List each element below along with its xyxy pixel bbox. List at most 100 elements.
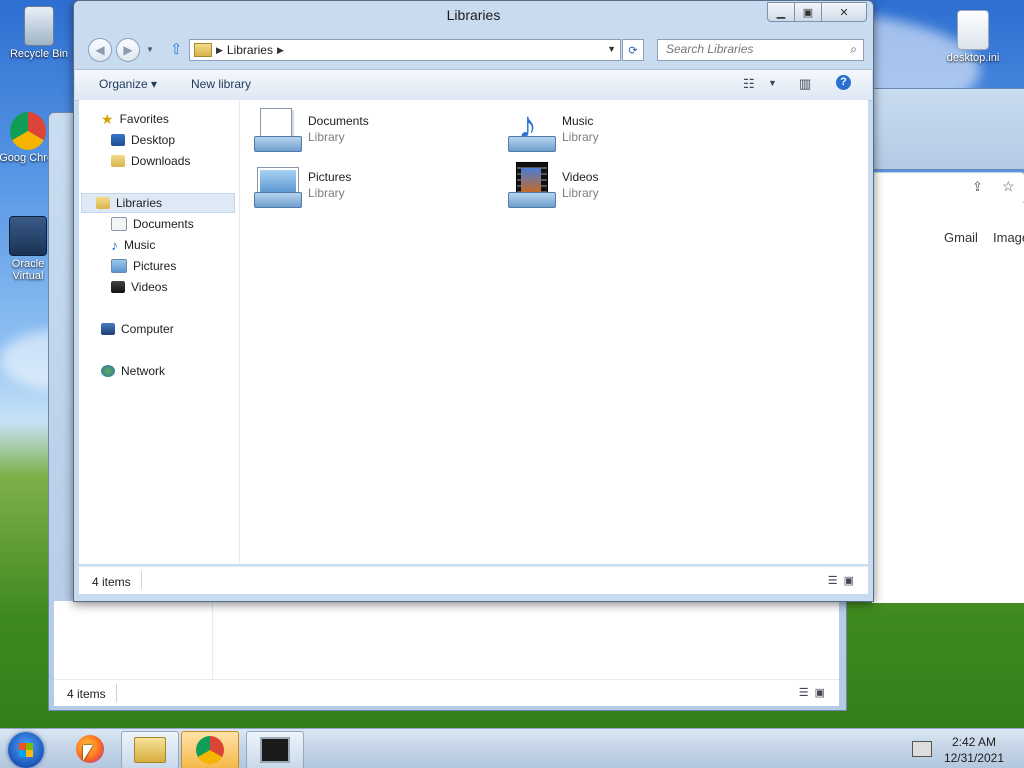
- status-divider: [141, 571, 142, 589]
- downloads-folder-icon: [111, 155, 125, 167]
- library-type: Library: [308, 186, 345, 200]
- videos-library-icon: [508, 162, 556, 208]
- music-library-icon: ♪: [508, 106, 556, 152]
- back-button[interactable]: ◀: [88, 38, 112, 62]
- search-input[interactable]: [658, 40, 841, 58]
- desktop-ini-label: desktop.ini: [946, 52, 1000, 64]
- breadcrumb-chevron-icon[interactable]: ▶: [277, 45, 284, 56]
- nav-music-label: Music: [124, 238, 156, 252]
- clock-time: 2:42 AM: [951, 735, 996, 749]
- libraries-icon: [96, 197, 110, 209]
- libraries-folder-icon: [194, 43, 212, 57]
- gmail-link[interactable]: Gmail: [944, 230, 978, 245]
- libraries-explorer-window: Libraries ▁ ▣ ✕ ◀ ▶ ▼ ⇧ ▶ Libraries ▶ ▼ …: [73, 0, 874, 602]
- library-type: Library: [308, 130, 345, 144]
- address-bar[interactable]: ▶ Libraries ▶ ▼: [189, 39, 621, 61]
- background-browser-toolbar: [872, 88, 1024, 170]
- taskbar-explorer[interactable]: [121, 731, 179, 768]
- background-explorer-navpane-divider: [212, 601, 213, 679]
- network-tray-icon[interactable]: [912, 741, 932, 757]
- desktop-ini-desktop-icon[interactable]: desktop.ini: [938, 10, 1008, 64]
- nav-pictures-label: Pictures: [133, 259, 177, 273]
- videos-icon: [111, 281, 125, 293]
- forward-arrow-icon: ▶: [123, 43, 133, 57]
- taskbar-chrome[interactable]: [181, 731, 239, 768]
- nav-computer[interactable]: Computer: [101, 319, 174, 339]
- nav-videos[interactable]: Videos: [111, 277, 167, 297]
- back-arrow-icon: ◀: [95, 43, 105, 57]
- organize-button[interactable]: Organize ▾: [99, 77, 157, 91]
- nav-desktop[interactable]: Desktop: [111, 130, 175, 150]
- background-browser-address[interactable]: ⇪ ☆: [872, 172, 1024, 204]
- maximize-button[interactable]: ▣: [795, 2, 822, 22]
- documents-library-icon: [254, 106, 302, 152]
- taskbar: 2:42 AM 12/31/2021: [0, 728, 1024, 768]
- nav-favorites[interactable]: ★ Favorites: [101, 109, 169, 129]
- explorer-folder-icon: [134, 737, 166, 763]
- pictures-icon: [111, 259, 127, 273]
- navigation-bar: ◀ ▶ ▼ ⇧ ▶ Libraries ▶ ▼ ⟳ ⌕: [74, 37, 873, 63]
- library-name: Videos: [562, 170, 599, 184]
- background-status-divider: [116, 684, 117, 702]
- background-status-count: 4 items: [67, 687, 106, 701]
- library-item-music[interactable]: ♪ Music Library: [508, 106, 599, 154]
- close-icon: ✕: [839, 6, 849, 19]
- new-library-button[interactable]: New library: [191, 77, 251, 91]
- address-history-dropdown-icon[interactable]: ▼: [607, 44, 616, 54]
- nav-downloads-label: Downloads: [131, 154, 191, 168]
- command-bar: Organize ▾ New library ☷ ▼ ▥ ?: [75, 69, 872, 101]
- background-view-buttons[interactable]: ☰▣: [799, 686, 831, 699]
- minimize-button[interactable]: ▁: [767, 2, 795, 22]
- nav-pictures[interactable]: Pictures: [111, 256, 176, 276]
- chrome-taskbar-icon: [196, 736, 224, 764]
- system-clock[interactable]: 2:42 AM 12/31/2021: [944, 734, 1004, 766]
- forward-button[interactable]: ▶: [116, 38, 140, 62]
- help-icon[interactable]: ?: [836, 75, 851, 90]
- caption-buttons: ▁ ▣ ✕: [767, 2, 867, 22]
- explorer-content: ★ Favorites Desktop Downloads Libraries …: [79, 100, 868, 564]
- background-browser-page: Gmail Image: [872, 203, 1024, 603]
- virtualbox-label: Oracle Virtual: [11, 258, 45, 282]
- nav-documents-label: Documents: [133, 217, 194, 231]
- nav-network[interactable]: Network: [101, 361, 165, 381]
- search-icon[interactable]: ⌕: [850, 42, 857, 57]
- music-note-icon: ♪: [111, 237, 118, 253]
- up-arrow-icon[interactable]: ⇧: [170, 40, 183, 58]
- navigation-pane: ★ Favorites Desktop Downloads Libraries …: [79, 100, 240, 564]
- nav-videos-label: Videos: [131, 280, 168, 294]
- nav-downloads[interactable]: Downloads: [111, 151, 190, 171]
- images-link[interactable]: Image: [993, 230, 1024, 245]
- view-options-dropdown-icon[interactable]: ▼: [768, 78, 777, 88]
- change-view-icon[interactable]: ☷: [743, 76, 755, 92]
- preview-pane-icon[interactable]: ▥: [799, 76, 811, 92]
- nav-libraries[interactable]: Libraries: [81, 193, 235, 213]
- taskbar-app[interactable]: [246, 731, 304, 768]
- nav-computer-label: Computer: [121, 322, 174, 336]
- recycle-bin-desktop-icon[interactable]: Recycle Bin: [4, 6, 74, 60]
- library-item-documents[interactable]: Documents Library: [254, 106, 369, 154]
- close-button[interactable]: ✕: [822, 2, 867, 22]
- nav-documents[interactable]: Documents: [111, 214, 194, 234]
- status-item-count: 4 items: [92, 575, 131, 589]
- view-mode-buttons[interactable]: ☰▣: [828, 574, 860, 587]
- breadcrumb-separator-icon[interactable]: ▶: [216, 45, 223, 56]
- mouse-cursor-icon: [83, 745, 93, 761]
- refresh-icon: ⟳: [628, 44, 638, 57]
- breadcrumb-libraries[interactable]: Libraries: [227, 43, 273, 57]
- start-button[interactable]: [8, 732, 44, 768]
- recent-pages-dropdown[interactable]: ▼: [146, 45, 154, 54]
- documents-icon: [111, 217, 127, 231]
- nav-music[interactable]: ♪ Music: [111, 235, 155, 255]
- share-icon[interactable]: ⇪: [972, 179, 983, 195]
- refresh-button[interactable]: ⟳: [622, 39, 644, 61]
- nav-libraries-label: Libraries: [116, 196, 163, 210]
- pictures-library-icon: [254, 162, 302, 208]
- background-explorer-statusbar: 4 items ☰▣: [54, 679, 839, 706]
- clock-date: 12/31/2021: [943, 751, 1004, 765]
- library-item-pictures[interactable]: Pictures Library: [254, 162, 351, 210]
- background-explorer-body: [54, 601, 839, 681]
- bookmark-star-icon[interactable]: ☆: [1002, 178, 1015, 195]
- library-item-videos[interactable]: Videos Library: [508, 162, 599, 210]
- nav-favorites-label: Favorites: [119, 112, 169, 126]
- computer-icon: [101, 323, 115, 335]
